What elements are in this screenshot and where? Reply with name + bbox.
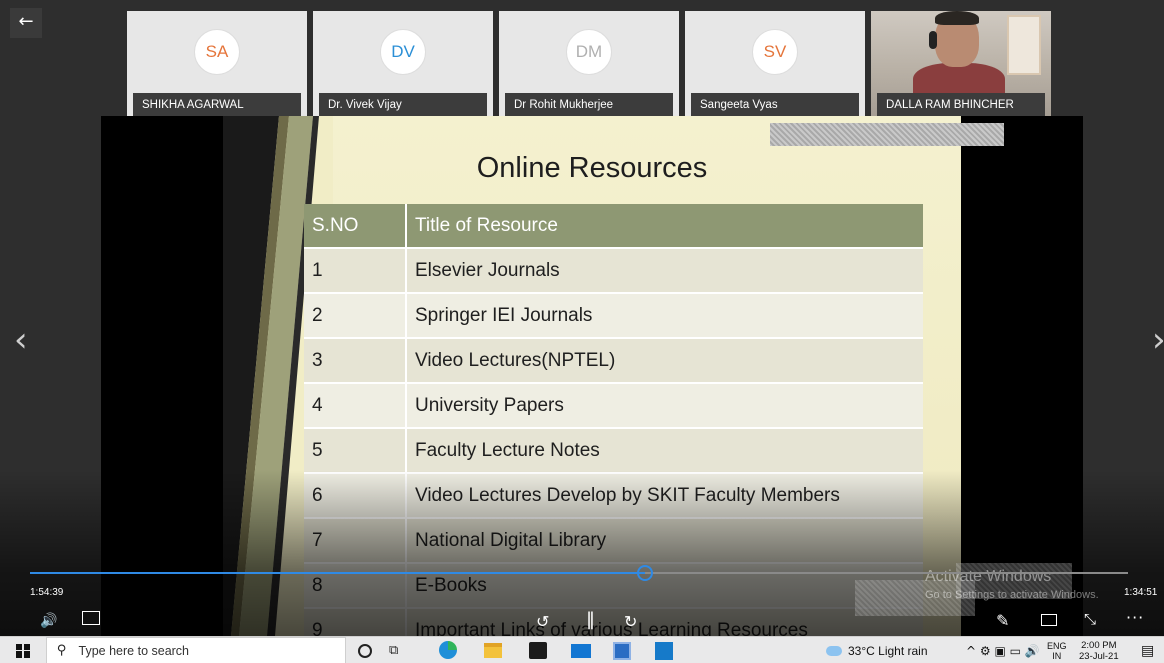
participant-name: Dr Rohit Mukherjee <box>505 93 673 117</box>
row-title: Video Lectures Develop by SKIT Faculty M… <box>406 472 923 518</box>
table-row: 5 Faculty Lecture Notes <box>304 427 923 473</box>
search-placeholder: Type here to search <box>78 643 190 658</box>
row-title: Elsevier Journals <box>406 247 923 293</box>
table-row: 4 University Papers <box>304 382 923 428</box>
row-sno: 7 <box>304 517 407 563</box>
avatar: DV <box>380 29 426 75</box>
table-row: 7 National Digital Library <box>304 517 923 563</box>
search-icon: ⚲ <box>57 643 67 658</box>
participant-name: Sangeeta Vyas <box>691 93 859 117</box>
presentation-slide: Online Resources S.NO Title of Resource … <box>223 116 961 636</box>
table-row: 3 Video Lectures(NPTEL) <box>304 337 923 383</box>
picture-in-picture-icon[interactable] <box>1041 614 1057 626</box>
background-window <box>1007 15 1041 75</box>
row-sno: 9 <box>304 607 407 636</box>
column-header-title: Title of Resource <box>406 204 923 248</box>
watermark-subtitle: Go to Settings to activate Windows. <box>925 589 1099 601</box>
row-sno: 5 <box>304 427 407 473</box>
row-sno: 6 <box>304 472 407 518</box>
captions-icon[interactable] <box>82 611 100 625</box>
participant-hair <box>935 11 979 25</box>
forward-30-icon[interactable]: ↻ <box>624 612 637 631</box>
participant-tile[interactable]: DM Dr Rohit Mukherjee <box>499 11 679 117</box>
avatar: DM <box>566 29 612 75</box>
pen-icon[interactable]: ✎ <box>996 611 1009 630</box>
row-title: National Digital Library <box>406 517 923 563</box>
mail-icon[interactable] <box>571 644 591 658</box>
weather-text: 33°C Light rain <box>848 643 928 658</box>
previous-arrow-icon[interactable]: ‹ <box>14 320 28 360</box>
weather-widget[interactable]: 33°C Light rain <box>826 637 928 663</box>
system-tray-icons[interactable]: ^ ⚙ ▣ ▭ 🔊 <box>966 637 1040 663</box>
participant-tile[interactable]: SA SHIKHA AGARWAL <box>127 11 307 117</box>
volume-icon[interactable]: 🔊 <box>40 613 57 629</box>
row-title: Faculty Lecture Notes <box>406 427 923 473</box>
clock-time: 2:00 PM <box>1081 639 1117 651</box>
table-row: 8 E-Books <box>304 562 923 608</box>
windows-logo-icon <box>16 643 30 658</box>
row-title: Video Lectures(NPTEL) <box>406 337 923 383</box>
participant-name: SHIKHA AGARWAL <box>133 93 301 117</box>
slide-title: Online Resources <box>476 152 708 184</box>
more-options-icon[interactable]: ··· <box>1126 608 1144 627</box>
language-indicator[interactable]: ENG IN <box>1047 637 1067 663</box>
video-call-app: ← SA SHIKHA AGARWAL DV Dr. Vivek Vijay D… <box>0 0 1164 663</box>
row-title: Springer IEI Journals <box>406 292 923 338</box>
participant-strip: SA SHIKHA AGARWAL DV Dr. Vivek Vijay DM … <box>127 11 1057 117</box>
language-code: ENG <box>1047 640 1067 651</box>
headset-icon <box>929 31 937 49</box>
redaction-block <box>770 123 1004 146</box>
participant-video-tile[interactable]: DALLA RAM BHINCHER <box>871 11 1051 117</box>
table-row: 2 Springer IEI Journals <box>304 292 923 338</box>
table-row: 1 Elsevier Journals <box>304 247 923 293</box>
row-sno: 2 <box>304 292 407 338</box>
avatar: SV <box>752 29 798 75</box>
shared-screen: Online Resources S.NO Title of Resource … <box>101 116 1083 636</box>
row-title: Important Links of various Learning Reso… <box>406 607 923 636</box>
participant-tile[interactable]: DV Dr. Vivek Vijay <box>313 11 493 117</box>
windows-taskbar: ⚲ Type here to search ⧉ 33°C Light rain … <box>0 636 1164 663</box>
back-button[interactable]: ← <box>10 8 42 38</box>
word-icon[interactable] <box>613 642 631 660</box>
table-header-row: S.NO Title of Resource <box>304 204 923 248</box>
rewind-10-icon[interactable]: ↺ <box>536 612 549 631</box>
collapse-icon[interactable]: ⤡ <box>1084 610 1096 628</box>
row-sno: 3 <box>304 337 407 383</box>
participant-tile[interactable]: SV Sangeeta Vyas <box>685 11 865 117</box>
start-button[interactable] <box>0 637 46 663</box>
row-sno: 8 <box>304 562 407 608</box>
region-code: IN <box>1052 650 1062 661</box>
weather-icon <box>826 645 842 656</box>
avatar: SA <box>194 29 240 75</box>
progress-thumb[interactable] <box>636 565 653 581</box>
table-row: 9 Important Links of various Learning Res… <box>304 607 923 636</box>
media-player-icon[interactable] <box>655 642 673 660</box>
column-header-sno: S.NO <box>304 204 407 248</box>
notification-icon[interactable]: ▤ <box>1141 637 1154 663</box>
elapsed-time: 1:54:39 <box>30 587 64 598</box>
row-title: E-Books <box>406 562 923 608</box>
store-icon[interactable] <box>529 642 547 659</box>
search-input[interactable]: ⚲ Type here to search <box>46 637 346 663</box>
row-sno: 1 <box>304 247 407 293</box>
file-explorer-icon[interactable] <box>484 643 502 658</box>
watermark-title: Activate Windows <box>925 568 1052 585</box>
progress-bar[interactable] <box>30 565 1128 581</box>
next-arrow-icon[interactable]: › <box>1152 320 1164 360</box>
clock[interactable]: 2:00 PM 23-Jul-21 <box>1079 637 1119 663</box>
participant-name: DALLA RAM BHINCHER <box>877 93 1045 117</box>
arrow-left-icon: ← <box>18 11 34 32</box>
progress-fill <box>30 572 645 574</box>
table-row: 6 Video Lectures Develop by SKIT Faculty … <box>304 472 923 518</box>
pause-icon[interactable]: ‖ <box>586 609 595 630</box>
clock-date: 23-Jul-21 <box>1079 650 1119 662</box>
row-title: University Papers <box>406 382 923 428</box>
cortana-icon[interactable] <box>358 644 372 658</box>
row-sno: 4 <box>304 382 407 428</box>
participant-name: Dr. Vivek Vijay <box>319 93 487 117</box>
remaining-time: 1:34:51 <box>1124 587 1158 598</box>
task-view-icon[interactable]: ⧉ <box>389 643 409 663</box>
edge-browser-icon[interactable] <box>439 641 457 659</box>
